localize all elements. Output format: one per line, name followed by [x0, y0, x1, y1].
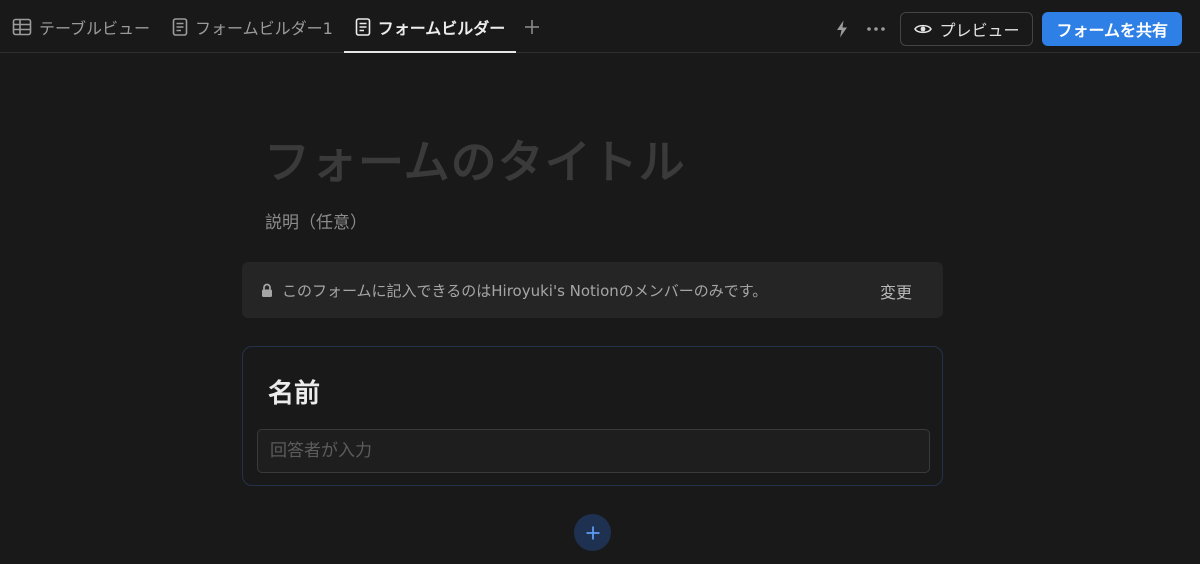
top-bar: テーブルビュー フォームビルダー1 フォームビルダー プレビュー フォームを共有 [0, 0, 1200, 53]
preview-label: プレビュー [939, 21, 1020, 40]
lock-icon [261, 283, 273, 298]
tab-form-builder[interactable]: フォームビルダー [343, 0, 517, 53]
automation-button[interactable] [828, 15, 856, 43]
add-view-button[interactable] [518, 0, 546, 53]
eye-icon [914, 24, 933, 34]
form-icon [355, 17, 371, 36]
plus-icon [525, 19, 540, 34]
tab-form-builder-1[interactable]: フォームビルダー1 [161, 0, 344, 53]
table-icon [12, 18, 32, 35]
share-label: フォームを共有 [1056, 21, 1168, 40]
view-tabs: テーブルビュー フォームビルダー1 フォームビルダー [0, 0, 546, 53]
question-card[interactable]: 名前 [242, 346, 943, 486]
access-notice: このフォームに記入できるのはHiroyuki's Notionのメンバーのみです… [242, 262, 943, 318]
plus-icon [586, 526, 599, 539]
tab-label: フォームビルダー1 [195, 18, 333, 38]
bolt-icon [837, 20, 848, 38]
form-icon [172, 17, 188, 36]
add-question-button[interactable] [574, 514, 611, 551]
more-options-button[interactable] [862, 15, 890, 43]
more-icon [867, 27, 886, 31]
tab-label: フォームビルダー [377, 18, 506, 38]
tab-label: テーブルビュー [39, 18, 151, 38]
form-title[interactable]: フォームのタイトル [264, 126, 686, 192]
access-notice-text: このフォームに記入できるのはHiroyuki's Notionのメンバーのみです… [282, 281, 768, 300]
preview-button[interactable]: プレビュー [900, 12, 1034, 46]
tab-table-view[interactable]: テーブルビュー [0, 0, 161, 53]
answer-input[interactable] [257, 429, 930, 473]
share-form-button[interactable]: フォームを共有 [1042, 12, 1182, 46]
toolbar-actions: プレビュー フォームを共有 [828, 12, 1182, 46]
form-description[interactable]: 説明（任意） [265, 208, 367, 233]
change-access-button[interactable]: 変更 [880, 279, 912, 303]
question-label[interactable]: 名前 [268, 373, 320, 410]
